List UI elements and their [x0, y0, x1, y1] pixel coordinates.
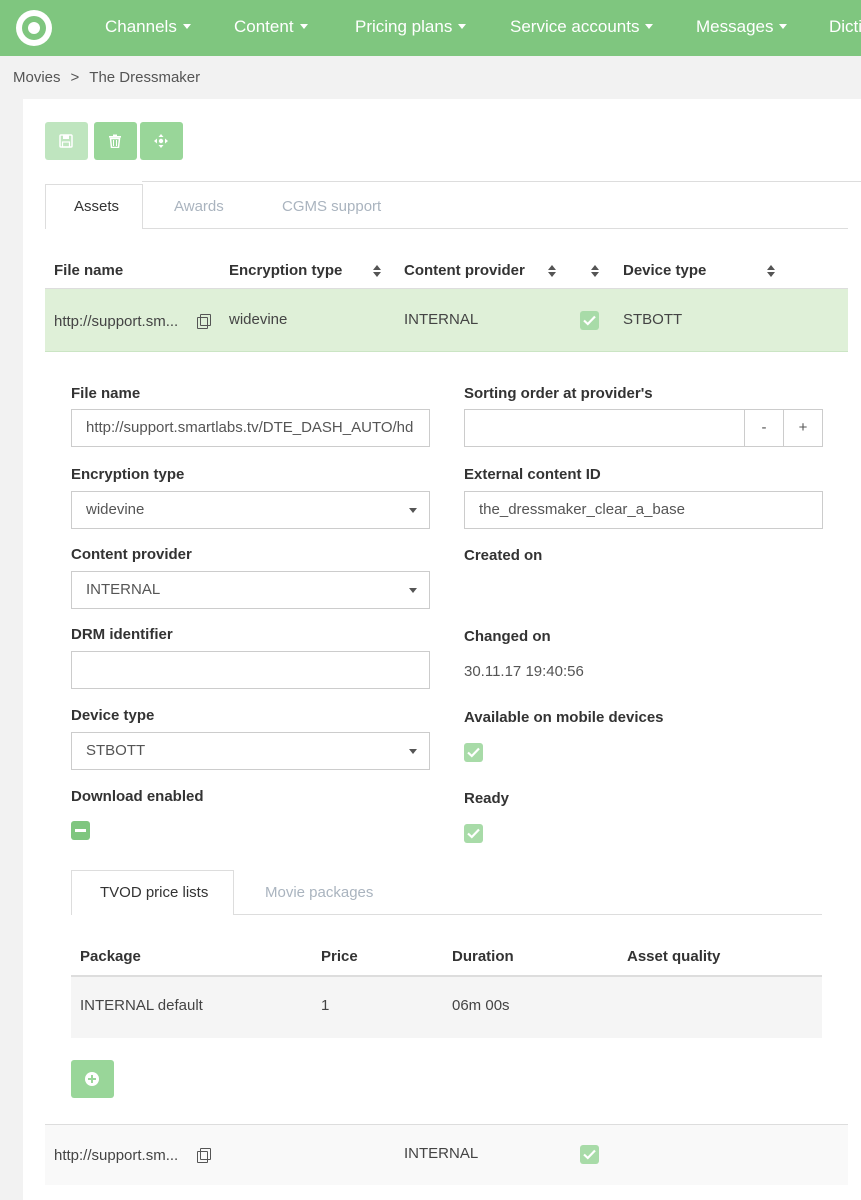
copy-icon[interactable]: [197, 1148, 211, 1163]
nav-label: Messages: [696, 17, 774, 36]
mobile-devices-checkbox[interactable]: [464, 743, 483, 762]
nav-messages[interactable]: Messages: [696, 17, 788, 37]
logo-icon[interactable]: [16, 10, 52, 46]
external-content-id-input[interactable]: the_dressmaker_clear_a_base: [464, 491, 823, 529]
chevron-down-icon: [409, 749, 417, 754]
breadcrumb-separator: >: [70, 69, 80, 86]
row-checkbox[interactable]: [580, 311, 599, 330]
plus-circle-icon: [85, 1072, 99, 1086]
column-asset-quality: Asset quality: [627, 948, 721, 965]
nav-content[interactable]: Content: [234, 17, 308, 37]
tab-cgms-support[interactable]: CGMS support: [282, 198, 381, 215]
changed-on-value: 30.11.17 19:40:56: [464, 663, 584, 680]
checkmark-icon: [583, 315, 596, 326]
checkmark-icon: [467, 828, 480, 839]
content-provider-select[interactable]: INTERNAL: [71, 571, 430, 609]
sort-icon[interactable]: [767, 265, 775, 277]
checkmark-icon: [583, 1149, 596, 1160]
device-type-select[interactable]: STBOTT: [71, 732, 430, 770]
top-navbar: Channels Content Pricing plans Service a…: [0, 0, 861, 56]
encryption-type-label: Encryption type: [71, 466, 185, 483]
nav-label: Content: [234, 17, 294, 36]
save-button[interactable]: [45, 122, 88, 160]
copy-icon[interactable]: [197, 314, 211, 329]
tabs-bottom-border: [45, 228, 848, 229]
mobile-devices-label: Available on mobile devices: [464, 709, 664, 726]
column-duration: Duration: [452, 948, 514, 965]
sort-icon[interactable]: [373, 265, 381, 277]
tab-awards[interactable]: Awards: [174, 198, 224, 215]
chevron-down-icon: [409, 588, 417, 593]
cell-package: INTERNAL default: [80, 997, 203, 1014]
chevron-down-icon: [779, 24, 788, 29]
nav-label: Service accounts: [510, 17, 640, 36]
save-icon: [59, 134, 73, 148]
external-content-id-label: External content ID: [464, 466, 601, 483]
cell-provider: INTERNAL: [404, 1145, 479, 1162]
column-package: Package: [80, 948, 141, 965]
nav-channels[interactable]: Channels: [105, 17, 191, 37]
nav-label: Pricing plans: [355, 17, 453, 36]
cell-price: 1: [321, 997, 330, 1014]
row-checkbox[interactable]: [580, 1145, 599, 1164]
drm-identifier-label: DRM identifier: [71, 626, 173, 643]
cell-provider: INTERNAL: [404, 311, 479, 328]
column-device-type[interactable]: Device type: [623, 262, 706, 279]
checkmark-icon: [467, 747, 480, 758]
breadcrumb: Movies > The Dressmaker: [13, 69, 200, 86]
nav-service-accounts[interactable]: Service accounts: [510, 17, 654, 37]
tabs-top-border: [142, 181, 861, 182]
ready-label: Ready: [464, 790, 510, 807]
download-enabled-checkbox[interactable]: [71, 821, 90, 840]
chevron-down-icon: [458, 24, 467, 29]
chevron-down-icon: [409, 508, 417, 513]
column-file-name[interactable]: File name: [54, 262, 123, 279]
cell-duration: 06m 00s: [452, 997, 510, 1014]
decrement-button[interactable]: -: [744, 410, 783, 447]
column-encryption-type[interactable]: Encryption type: [229, 262, 342, 279]
chevron-down-icon: [299, 24, 308, 29]
cell-encryption: widevine: [229, 311, 288, 328]
tab-tvod-price-lists-label[interactable]: TVOD price lists: [100, 884, 208, 901]
encryption-type-select[interactable]: widevine: [71, 491, 430, 529]
sort-icon[interactable]: [548, 265, 556, 277]
cell-file-name: http://support.sm...: [54, 1147, 179, 1164]
column-content-provider[interactable]: Content provider: [404, 262, 525, 279]
sort-icon[interactable]: [591, 265, 599, 277]
download-enabled-label: Download enabled: [71, 788, 204, 805]
column-price: Price: [321, 948, 358, 965]
nav-pricing-plans[interactable]: Pricing plans: [355, 17, 467, 37]
breadcrumb-current: The Dressmaker: [89, 69, 201, 86]
drm-identifier-input[interactable]: [71, 651, 430, 689]
trash-icon: [109, 134, 121, 148]
move-button[interactable]: [140, 122, 183, 160]
nav-label: Channels: [105, 17, 177, 36]
ready-checkbox[interactable]: [464, 824, 483, 843]
chevron-down-icon: [182, 24, 191, 29]
file-name-label: File name: [71, 385, 141, 402]
tab-movie-packages[interactable]: Movie packages: [265, 884, 373, 901]
breadcrumb-movies[interactable]: Movies: [13, 69, 61, 86]
created-on-label: Created on: [464, 547, 543, 564]
sorting-order-label: Sorting order at provider's: [464, 385, 653, 402]
cell-device: STBOTT: [623, 311, 683, 328]
nav-label: Dicti: [829, 17, 861, 36]
device-type-label: Device type: [71, 707, 155, 724]
tab-assets-label[interactable]: Assets: [74, 198, 119, 215]
file-name-input[interactable]: http://support.smartlabs.tv/DTE_DASH_AUT…: [71, 409, 430, 447]
changed-on-label: Changed on: [464, 628, 551, 645]
content-provider-label: Content provider: [71, 546, 192, 563]
delete-button[interactable]: [94, 122, 137, 160]
move-icon: [154, 134, 168, 148]
chevron-down-icon: [645, 24, 654, 29]
add-price-list-button[interactable]: [71, 1060, 114, 1098]
nav-dictionaries[interactable]: Dicti: [829, 17, 861, 37]
increment-button[interactable]: +: [783, 410, 822, 447]
cell-file-name: http://support.sm...: [54, 313, 179, 330]
